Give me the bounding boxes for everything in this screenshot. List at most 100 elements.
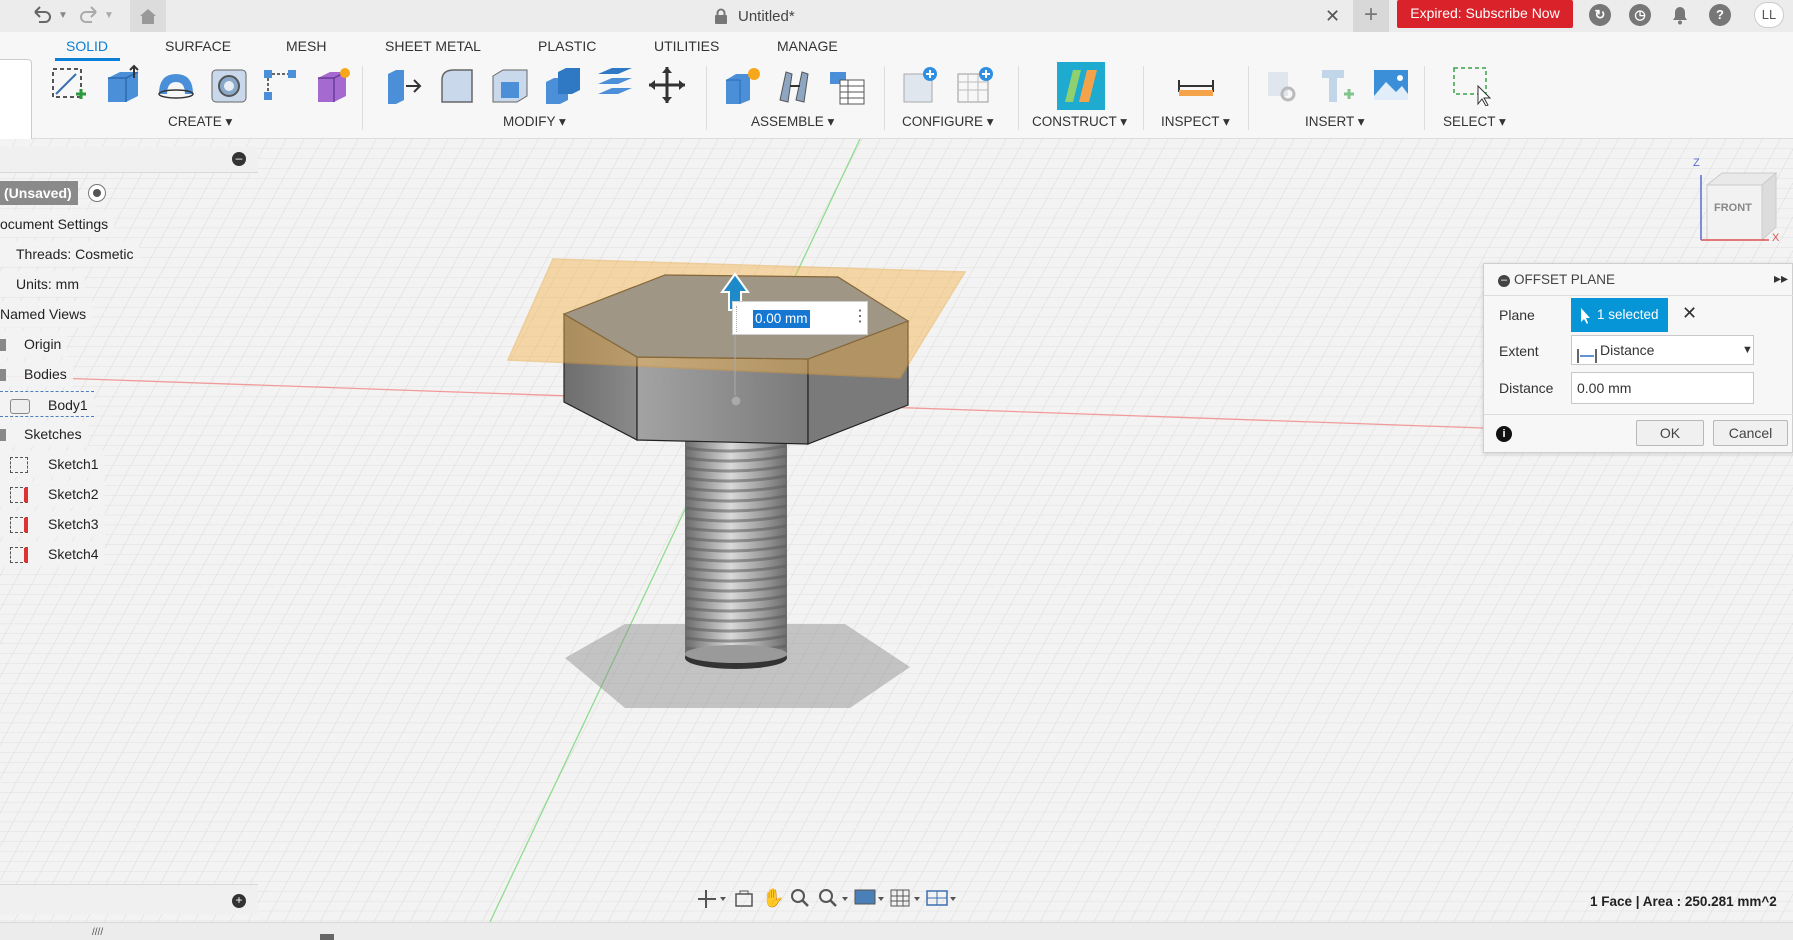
look-at-icon[interactable] [734,889,754,912]
create-form-icon[interactable] [312,64,354,106]
user-avatar[interactable]: LL [1754,2,1784,28]
ok-button[interactable]: OK [1636,420,1704,446]
group-modify[interactable]: MODIFY ▾ [503,114,566,130]
new-component-icon[interactable] [722,64,764,106]
combine-icon[interactable] [542,64,584,106]
browser-item-body1[interactable]: Body1 [0,391,94,417]
browser-item-sketch4[interactable]: Sketch4 [0,541,105,567]
notifications-icon[interactable] [1671,5,1689,30]
browser-item-bodies[interactable]: Bodies [0,361,73,387]
drag-handle[interactable] [736,306,746,332]
data-panel-icon[interactable]: ↻ [1589,4,1611,26]
zoom-icon[interactable] [790,888,810,913]
insert-derive-icon[interactable] [1262,64,1304,106]
extrude-icon[interactable] [102,64,144,106]
info-icon[interactable]: i [1496,426,1512,442]
display-settings-icon[interactable] [854,888,888,913]
chevron-down-icon[interactable]: ▼ [1742,336,1753,364]
revolve-icon[interactable] [155,64,197,106]
tab-manage[interactable]: MANAGE [777,38,838,54]
browser-item-sketch1[interactable]: Sketch1 [0,451,105,477]
3d-viewport[interactable]: Z X FRONT [0,139,1793,922]
dialog-header[interactable]: – OFFSET PLANE ▸▸ [1484,264,1793,296]
inline-distance-value[interactable]: 0.00 mm [753,310,810,328]
group-inspect[interactable]: INSPECT ▾ [1161,114,1230,130]
group-select[interactable]: SELECT ▾ [1443,114,1506,130]
timeline-handle-icon[interactable]: //// [92,927,103,938]
browser-item-origin[interactable]: Origin [0,331,68,357]
group-insert[interactable]: INSERT ▾ [1305,114,1365,130]
configure-table-icon[interactable] [900,64,942,106]
inline-distance-input[interactable]: 0.00 mm ⋮ [732,301,868,335]
group-configure[interactable]: CONFIGURE ▾ [902,114,994,130]
timeline-marker[interactable] [320,934,334,940]
redo-icon[interactable] [76,4,102,28]
offset-face-icon[interactable] [594,64,636,106]
model-canvas[interactable] [0,139,1793,922]
expand-dialog-icon[interactable]: ▸▸ [1774,270,1788,287]
bill-of-materials-icon[interactable] [826,64,868,106]
browser-item-threads[interactable]: Threads: Cosmetic [0,241,140,267]
pan-icon[interactable]: ✋ [762,888,784,909]
browser-item-units[interactable]: Units: mm [0,271,85,297]
pattern-icon[interactable] [260,64,302,106]
tab-solid[interactable]: SOLID [66,38,108,54]
extent-dropdown[interactable]: Distance [1571,335,1754,365]
undo-dropdown-icon[interactable]: ▼ [56,4,70,28]
press-pull-icon[interactable] [382,64,424,106]
tab-plastic[interactable]: PLASTIC [538,38,596,54]
close-tab-icon[interactable]: ✕ [1325,6,1340,27]
redo-dropdown-icon[interactable]: ▼ [102,4,116,28]
fillet-icon[interactable] [436,64,478,106]
joint-icon[interactable] [774,64,816,106]
cancel-button[interactable]: Cancel [1713,420,1788,446]
tab-surface[interactable]: SURFACE [165,38,231,54]
clear-selection-icon[interactable]: ✕ [1682,303,1697,324]
collapse-dialog-icon[interactable]: – [1498,275,1510,287]
insert-mcmaster-icon[interactable] [1316,64,1358,106]
group-select-label: SELECT [1443,114,1496,129]
create-sketch-icon[interactable] [48,64,90,106]
construct-plane-icon[interactable] [1057,62,1105,110]
browser-item-sketch3[interactable]: Sketch3 [0,511,105,537]
more-options-icon[interactable]: ⋮ [852,307,868,327]
help-icon[interactable]: ? [1709,4,1731,26]
viewcube[interactable]: Z X FRONT [1684,155,1789,245]
job-status-icon[interactable]: ◷ [1629,4,1651,26]
viewcube-front-label[interactable]: FRONT [1714,202,1752,214]
configure-parameters-icon[interactable] [954,64,996,106]
browser-root-item[interactable]: (Unsaved) [0,181,108,205]
tab-sheet-metal[interactable]: SHEET METAL [385,38,481,54]
subscribe-button[interactable]: Expired: Subscribe Now [1397,0,1573,28]
grid-settings-icon[interactable] [890,888,924,913]
viewcube-x-label: X [1772,232,1780,244]
shell-icon[interactable] [489,64,531,106]
add-comment-icon[interactable]: + [232,894,246,908]
move-copy-icon[interactable] [646,64,688,106]
orbit-icon[interactable] [696,888,726,915]
insert-canvas-icon[interactable] [1370,64,1412,106]
group-create[interactable]: CREATE ▾ [168,114,232,130]
hole-icon[interactable] [208,64,250,106]
browser-item-sketch2[interactable]: Sketch2 [0,481,105,507]
undo-icon[interactable] [28,4,56,28]
group-assemble[interactable]: ASSEMBLE ▾ [751,114,834,130]
new-tab-button[interactable]: + [1353,0,1389,32]
viewports-icon[interactable] [926,888,960,913]
browser-item-sketches[interactable]: Sketches [0,421,88,447]
tab-mesh[interactable]: MESH [286,38,326,54]
browser-collapse-icon[interactable]: – [232,152,246,166]
tab-utilities[interactable]: UTILITIES [654,38,719,54]
title-bar: ▼ ▼ Untitled* ✕ + Expired: Subscribe Now… [0,0,1793,32]
zoom-window-icon[interactable] [818,888,852,913]
active-radio-icon[interactable] [88,184,106,202]
bolt-shaft[interactable] [685,438,787,669]
measure-icon[interactable] [1175,64,1217,106]
browser-item-document-settings[interactable]: ocument Settings [0,211,115,237]
distance-field[interactable] [1571,372,1754,404]
folder-icon [0,339,6,352]
browser-item-named-views[interactable]: Named Views [0,301,93,327]
plane-selection-button[interactable]: 1 selected [1571,298,1668,332]
group-construct[interactable]: CONSTRUCT ▾ [1032,114,1127,130]
select-window-icon[interactable] [1450,64,1492,107]
